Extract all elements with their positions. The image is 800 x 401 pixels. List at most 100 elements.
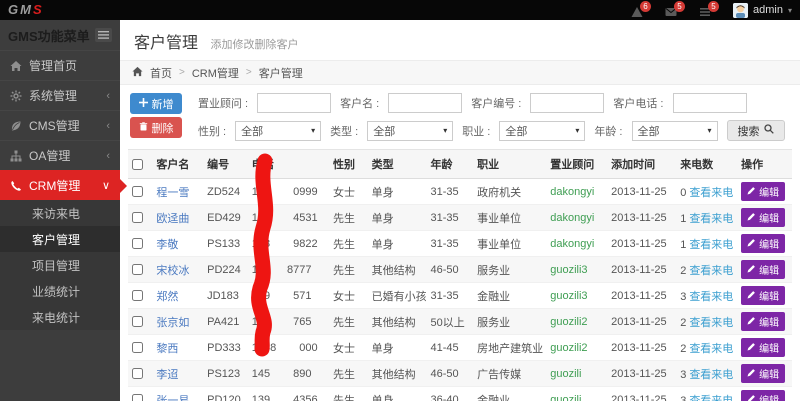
edit-button[interactable]: 编辑 <box>741 338 785 357</box>
user-menu[interactable]: admin ▾ <box>733 3 792 18</box>
table-row: 黎西PD3331348000女士单身41-45房地产建筑业guozili2201… <box>128 335 792 361</box>
customer-job: 服务业 <box>473 257 546 283</box>
customer-name-link[interactable]: 欧迳曲 <box>156 213 189 225</box>
view-calls-link[interactable]: 查看来电 <box>689 265 733 277</box>
calls-count: 1 <box>680 213 686 225</box>
customer-type: 单身 <box>368 231 427 257</box>
customer-name-link[interactable]: 张一易 <box>156 395 189 401</box>
job-select[interactable]: 全部▾ <box>499 121 585 141</box>
table-row: 程一雪ZD5241380999女士单身31-35政府机关dakongyi2013… <box>128 179 792 205</box>
customer-phone-input[interactable] <box>673 93 747 113</box>
hamburger-menu-icon[interactable] <box>95 28 112 42</box>
consultant-name: guozili2 <box>550 342 587 354</box>
breadcrumb-separator: > <box>179 67 185 78</box>
add-button[interactable]: 新增 <box>130 93 182 114</box>
row-checkbox[interactable] <box>132 186 143 197</box>
customer-name-link[interactable]: 宋校冰 <box>156 265 189 277</box>
customer-job: 事业单位 <box>473 231 546 257</box>
sidebar-title: GMS功能菜单 <box>8 26 90 45</box>
customer-type: 已婚有小孩 <box>368 283 427 309</box>
sidebar-subitem-visit-calls[interactable]: 来访来电 <box>0 200 120 226</box>
active-menu-arrow <box>120 179 127 193</box>
table-row: 李敬PS1331389822先生单身31-35事业单位dakongyi2013-… <box>128 231 792 257</box>
notifications-messages[interactable]: 5 <box>665 3 679 17</box>
row-checkbox[interactable] <box>132 316 143 327</box>
breadcrumb-crm[interactable]: CRM管理 <box>192 65 239 81</box>
gender-select[interactable]: 全部▾ <box>235 121 321 141</box>
sidebar-item-crm[interactable]: CRM管理 ∨ <box>0 170 120 200</box>
customer-code: PD120 <box>203 387 248 401</box>
calls-count: 1 <box>680 239 686 251</box>
view-calls-link[interactable]: 查看来电 <box>689 239 733 251</box>
row-checkbox[interactable] <box>132 264 143 275</box>
view-calls-link[interactable]: 查看来电 <box>689 317 733 329</box>
customer-name-input[interactable] <box>388 93 462 113</box>
sidebar-subitem-call-stats[interactable]: 来电统计 <box>0 304 120 330</box>
customer-name-link[interactable]: 张京如 <box>156 317 189 329</box>
calls-count: 3 <box>680 291 686 303</box>
customer-name-link[interactable]: 郑然 <box>156 291 178 303</box>
view-calls-link[interactable]: 查看来电 <box>689 213 733 225</box>
col-customer-name: 客户名 <box>152 150 203 179</box>
customer-job: 广告传媒 <box>473 361 546 387</box>
row-checkbox[interactable] <box>132 290 143 301</box>
sidebar-item-oa[interactable]: OA管理 ‹ <box>0 140 120 170</box>
customer-gender: 女士 <box>329 179 368 205</box>
type-select[interactable]: 全部▾ <box>367 121 453 141</box>
row-checkbox[interactable] <box>132 394 143 401</box>
table-row: 李迢PS123145890先生其他结构46-50广告传媒guozili2013-… <box>128 361 792 387</box>
edit-button[interactable]: 编辑 <box>741 260 785 279</box>
delete-button[interactable]: 删除 <box>130 117 182 138</box>
col-consultant: 置业顾问 <box>546 150 607 179</box>
sidebar-item-home[interactable]: 管理首页 <box>0 50 120 80</box>
age-select[interactable]: 全部▾ <box>632 121 718 141</box>
pencil-icon <box>747 290 756 302</box>
sidebar-subitem-performance-stats[interactable]: 业绩统计 <box>0 278 120 304</box>
select-all-checkbox[interactable] <box>132 159 143 170</box>
table-row: 张京如PA421134765先生其他结构50以上服务业guozili22013-… <box>128 309 792 335</box>
pencil-icon <box>747 368 756 380</box>
breadcrumb-customer[interactable]: 客户管理 <box>259 65 303 81</box>
page-subtitle: 添加修改删除客户 <box>210 39 298 51</box>
sidebar-item-cms[interactable]: CMS管理 ‹ <box>0 110 120 140</box>
view-calls-link[interactable]: 查看来电 <box>689 369 733 381</box>
customer-code-input[interactable] <box>530 93 604 113</box>
customer-name-link[interactable]: 黎西 <box>156 343 178 355</box>
edit-button[interactable]: 编辑 <box>741 234 785 253</box>
row-checkbox[interactable] <box>132 238 143 249</box>
row-checkbox[interactable] <box>132 368 143 379</box>
customer-gender: 先生 <box>329 257 368 283</box>
edit-button[interactable]: 编辑 <box>741 390 785 401</box>
edit-button[interactable]: 编辑 <box>741 182 785 201</box>
added-date: 2013-11-25 <box>607 361 676 387</box>
consultant-input[interactable] <box>257 93 331 113</box>
row-checkbox[interactable] <box>132 212 143 223</box>
view-calls-link[interactable]: 查看来电 <box>689 291 733 303</box>
crm-submenu: 来访来电 客户管理 项目管理 业绩统计 来电统计 <box>0 200 120 330</box>
leaf-icon <box>10 120 22 132</box>
sidebar-subitem-customer-mgmt[interactable]: 客户管理 <box>0 226 120 252</box>
edit-button[interactable]: 编辑 <box>741 208 785 227</box>
customer-phone: 1394356 <box>248 387 329 401</box>
search-button[interactable]: 搜索 <box>727 120 785 141</box>
view-calls-link[interactable]: 查看来电 <box>689 343 733 355</box>
breadcrumb-home[interactable]: 首页 <box>150 65 172 81</box>
sidebar-subitem-project-mgmt[interactable]: 项目管理 <box>0 252 120 278</box>
breadcrumb-separator: > <box>246 67 252 78</box>
notification-badge: 6 <box>640 1 651 12</box>
home-icon <box>132 66 143 80</box>
sidebar-item-system[interactable]: 系统管理 ‹ <box>0 80 120 110</box>
view-calls-link[interactable]: 查看来电 <box>689 395 733 401</box>
edit-button[interactable]: 编辑 <box>741 364 785 383</box>
edit-button[interactable]: 编辑 <box>741 286 785 305</box>
customer-table: 客户名 编号 电话 性别 类型 年龄 职业 置业顾问 添加时间 来电数 操作 程… <box>128 149 792 401</box>
customer-name-link[interactable]: 程一雪 <box>156 187 189 199</box>
view-calls-link[interactable]: 查看来电 <box>689 187 733 199</box>
pencil-icon <box>747 186 756 198</box>
edit-button[interactable]: 编辑 <box>741 312 785 331</box>
row-checkbox[interactable] <box>132 342 143 353</box>
customer-name-link[interactable]: 李敬 <box>156 239 178 251</box>
customer-name-link[interactable]: 李迢 <box>156 369 178 381</box>
notifications-tasks[interactable]: 5 <box>699 3 713 17</box>
notifications-warning[interactable]: 6 <box>631 3 645 17</box>
